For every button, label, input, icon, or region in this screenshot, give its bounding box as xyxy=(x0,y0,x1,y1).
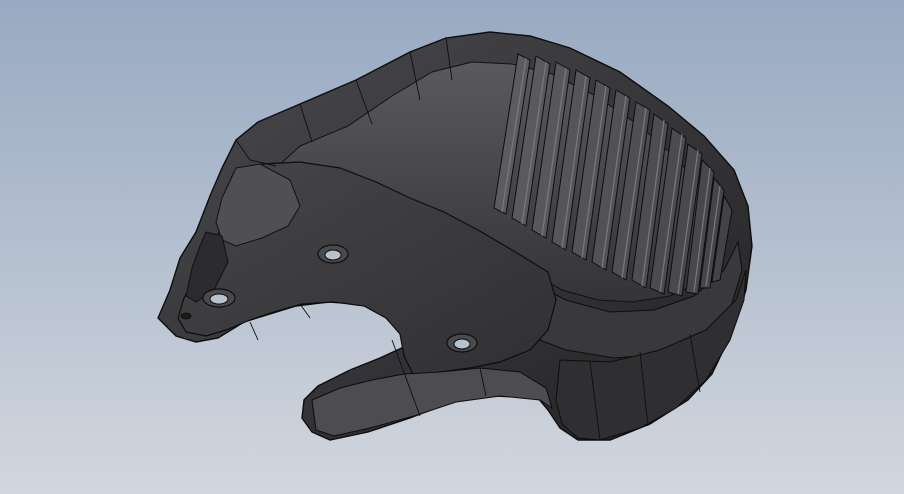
hole-1-icon xyxy=(202,288,236,308)
3d-graphics-viewport[interactable] xyxy=(0,0,904,494)
cad-part-model[interactable] xyxy=(0,0,904,494)
hole-4-icon xyxy=(180,312,192,320)
hole-3-icon xyxy=(446,333,478,353)
hole-2-icon xyxy=(317,244,349,264)
